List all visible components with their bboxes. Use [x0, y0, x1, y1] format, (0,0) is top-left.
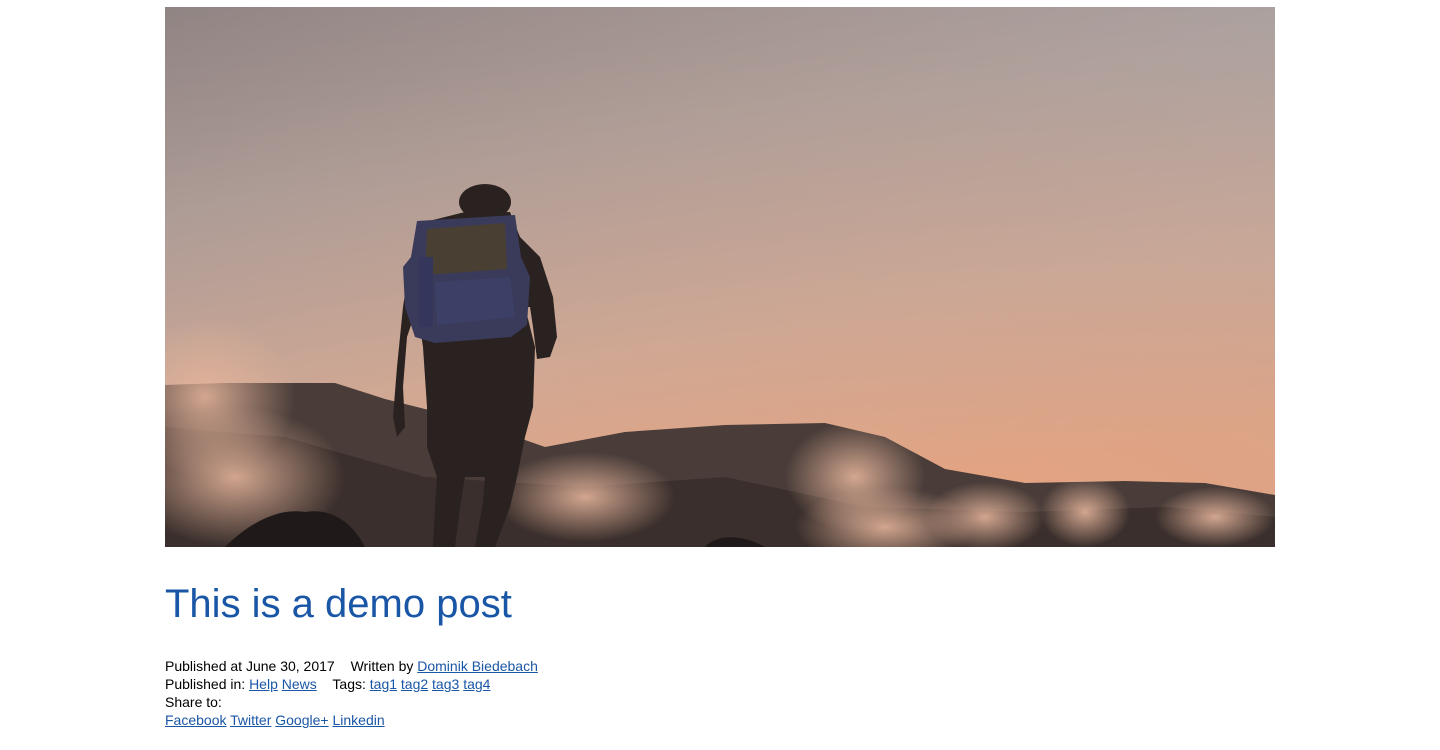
hero-image [165, 7, 1275, 547]
published-date: June 30, 2017 [245, 658, 335, 674]
author-link[interactable]: Dominik Biedebach [417, 658, 538, 674]
post-title[interactable]: This is a demo post [165, 580, 512, 628]
share-googleplus-link[interactable]: Google+ [275, 712, 328, 728]
share-facebook-link[interactable]: Facebook [165, 712, 226, 728]
share-links: Facebook Twitter Google+ Linkedin [165, 711, 538, 729]
page: This is a demo post Published at June 30… [0, 0, 1440, 750]
tags-label: Tags: [332, 676, 366, 692]
published-in-label: Published in: [165, 676, 246, 692]
share-label: Share to: [165, 694, 222, 710]
tag-link[interactable]: tag4 [463, 676, 490, 692]
published-label: Published at [165, 658, 243, 674]
written-by-label: Written by [350, 658, 414, 674]
category-link-news[interactable]: News [282, 676, 317, 692]
meta-share-label-line: Share to: [165, 693, 538, 711]
category-link-help[interactable]: Help [249, 676, 278, 692]
meta-categories-line: Published in: Help News Tags: tag1 tag2 … [165, 675, 538, 693]
tag-link[interactable]: tag1 [370, 676, 397, 692]
share-linkedin-link[interactable]: Linkedin [332, 712, 384, 728]
post-meta: Published at June 30, 2017 Written by Do… [165, 657, 538, 729]
meta-published-line: Published at June 30, 2017 Written by Do… [165, 657, 538, 675]
tag-link[interactable]: tag3 [432, 676, 459, 692]
share-twitter-link[interactable]: Twitter [230, 712, 271, 728]
tag-link[interactable]: tag2 [401, 676, 428, 692]
